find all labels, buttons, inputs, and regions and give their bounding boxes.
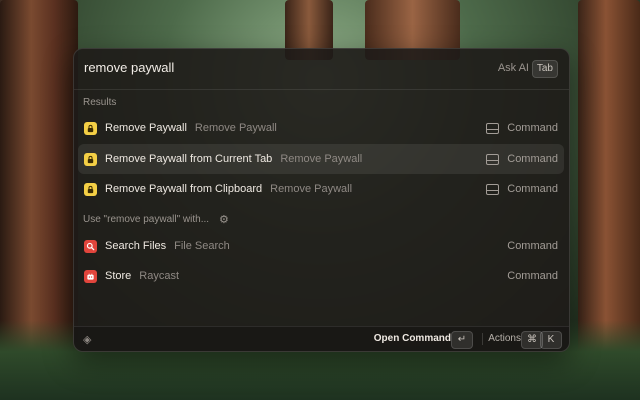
gear-icon[interactable]: ⚙ [219,214,229,225]
result-subtitle: Remove Paywall [280,153,363,165]
fallback-subtitle: File Search [174,240,230,252]
result-title: Remove Paywall from Clipboard [105,183,263,195]
ask-ai-label[interactable]: Ask AI [498,62,529,74]
fallback-section-label: Use "remove paywall" with... [83,214,210,225]
command-type-icon [486,122,500,134]
fallback-item-search-files[interactable]: Search Files File Search Command [78,231,564,261]
fallback-item-store[interactable]: Store Raycast Command [78,261,564,291]
result-type: Command [507,183,558,195]
store-icon [84,269,97,283]
command-type-icon [486,153,500,165]
result-type: Command [507,153,558,165]
magnifier-icon [84,239,97,253]
results-section-title: Results [83,97,117,108]
result-item-remove-paywall-clipboard[interactable]: Remove Paywall from Clipboard Remove Pay… [78,174,564,204]
lock-icon [84,152,97,166]
fallback-section-title: Use "remove paywall" with... ⚙ [83,214,229,225]
result-title: Remove Paywall from Current Tab [105,153,273,165]
fallback-title: Search Files [105,240,167,252]
command-palette: Ask AI Tab Results Remove Paywall Remove… [73,48,570,352]
fallback-type: Command [507,240,558,252]
lock-icon [84,182,97,196]
footer-divider [482,333,483,345]
lock-icon [84,121,97,135]
command-type-icon [486,183,500,195]
search-bar: Ask AI Tab [74,49,569,90]
raycast-logo-icon: ◈ [83,334,92,346]
result-subtitle: Remove Paywall [270,183,353,195]
result-subtitle: Remove Paywall [194,122,277,134]
fallback-type: Command [507,270,558,282]
actions-button[interactable]: Actions [488,333,521,344]
tab-key-hint: Tab [531,60,558,78]
result-type: Command [507,122,558,134]
search-input[interactable] [84,60,424,75]
open-command-button[interactable]: Open Command [374,333,451,344]
fallback-title: Store [105,270,132,282]
action-bar: ◈ Open Command ↵ Actions ⌘ K [74,326,569,351]
fallback-subtitle: Raycast [139,270,180,282]
result-item-remove-paywall[interactable]: Remove Paywall Remove Paywall Command [78,113,564,143]
result-item-remove-paywall-current-tab[interactable]: Remove Paywall from Current Tab Remove P… [78,144,564,174]
enter-key-hint: ↵ [451,331,473,349]
result-title: Remove Paywall [105,122,187,134]
k-key-hint: K [540,331,562,349]
